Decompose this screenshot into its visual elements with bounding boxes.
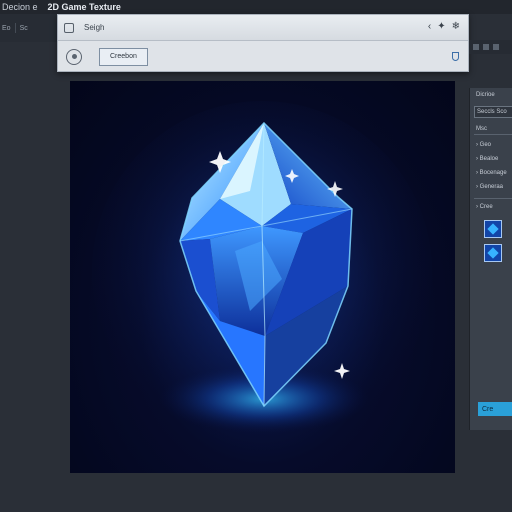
dialog-title: Seigh bbox=[84, 23, 105, 32]
left-toolbar: Eo Sc bbox=[0, 14, 60, 42]
panel-item-geo[interactable]: › Geo bbox=[476, 142, 491, 148]
panel-title: Dicrioe bbox=[476, 92, 495, 98]
editor-window: Decion e 2D Game Texture Eo Sc Seigh ‹ ✦… bbox=[0, 0, 512, 512]
settings-icon[interactable]: ✦ bbox=[437, 21, 445, 32]
app-title-bar: Decion e 2D Game Texture bbox=[0, 0, 512, 14]
creation-button[interactable]: Creebon bbox=[99, 47, 148, 66]
panel-item-generaa[interactable]: › Generaa bbox=[476, 184, 503, 190]
toolbar-item-sc[interactable]: Sc bbox=[20, 25, 28, 32]
status-bar bbox=[0, 488, 512, 512]
toolbar-square-icon[interactable] bbox=[483, 44, 489, 50]
panel-item-label: Bealoe bbox=[479, 156, 499, 162]
pin-icon[interactable]: ❄ bbox=[452, 21, 460, 32]
crystal-swatch-1[interactable] bbox=[484, 220, 502, 238]
panel-swatch-section: › Cree bbox=[476, 204, 493, 210]
toolbar-separator bbox=[14, 23, 16, 33]
gear-icon[interactable] bbox=[66, 48, 82, 65]
panel-item-bealoe[interactable]: › Bealoe bbox=[476, 156, 498, 162]
creation-dialog: Seigh ‹ ✦ ❄ Creebon bbox=[57, 14, 469, 72]
gear-center bbox=[71, 54, 77, 59]
panel-divider bbox=[474, 198, 512, 199]
toolbar-square-icon[interactable] bbox=[493, 44, 499, 50]
shield-icon[interactable] bbox=[452, 52, 459, 61]
panel-section-label: Msc bbox=[476, 126, 487, 132]
document-icon bbox=[64, 22, 74, 33]
properties-panel: Dicrioe Seccls Sco Msc › Geo › Bealoe › … bbox=[469, 88, 512, 430]
dialog-header: Seigh ‹ ✦ ❄ bbox=[58, 15, 468, 41]
panel-item-label: Generaa bbox=[479, 184, 504, 190]
panel-selector[interactable]: Seccls Sco bbox=[474, 106, 512, 118]
dialog-body: Creebon bbox=[58, 41, 468, 72]
panel-selector-label: Seccls Sco bbox=[477, 109, 507, 115]
dialog-actions: ‹ ✦ ❄ bbox=[428, 21, 460, 32]
menu-item-decion[interactable]: Decion e bbox=[2, 2, 38, 12]
create-button[interactable]: Cre bbox=[478, 402, 512, 416]
panel-swatch-label: Cree bbox=[479, 204, 493, 210]
back-arrow-icon[interactable]: ‹ bbox=[428, 21, 431, 32]
panel-item-label: Geo bbox=[479, 142, 492, 148]
right-toolbar bbox=[469, 40, 512, 54]
crystal-swatch-2[interactable] bbox=[484, 244, 502, 262]
toolbar-square-icon[interactable] bbox=[473, 44, 479, 50]
panel-item-bocenage[interactable]: › Bocenage bbox=[476, 170, 507, 176]
texture-canvas[interactable] bbox=[70, 81, 455, 473]
panel-divider bbox=[474, 134, 512, 135]
document-title: 2D Game Texture bbox=[47, 2, 121, 12]
toolbar-item-eo[interactable]: Eo bbox=[2, 25, 11, 32]
panel-item-label: Bocenage bbox=[479, 170, 507, 176]
crystal-artwork bbox=[92, 101, 432, 441]
